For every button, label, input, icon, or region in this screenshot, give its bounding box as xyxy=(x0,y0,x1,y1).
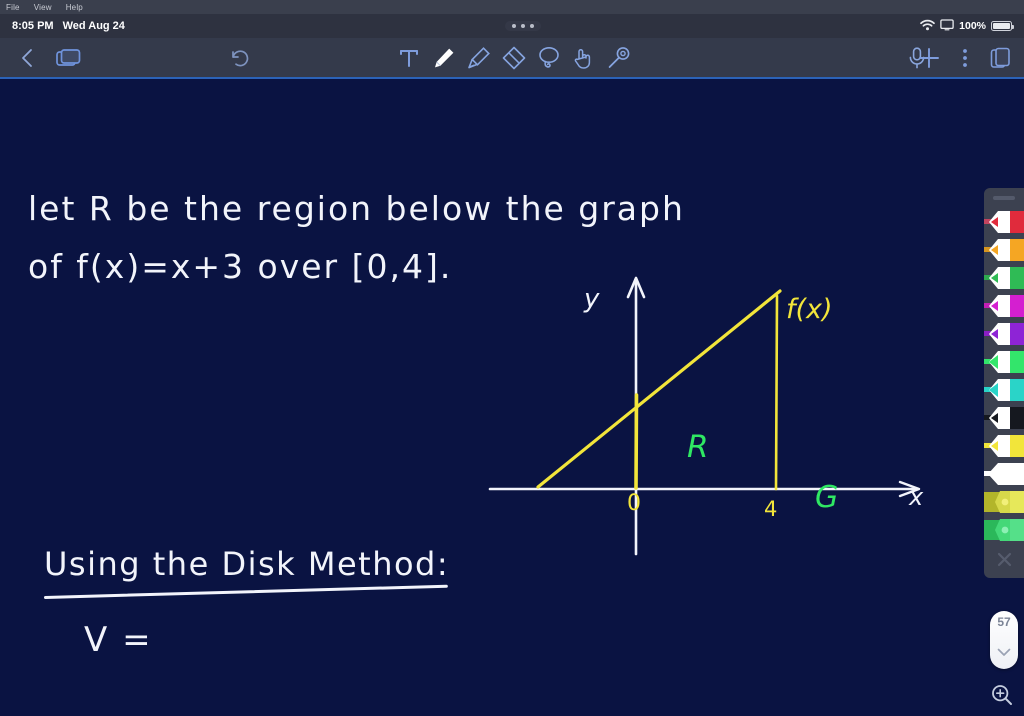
app-toolbar xyxy=(0,38,1024,79)
handwritten-line-3: Using the Disk Method: xyxy=(44,545,450,583)
handwritten-line-4: V = xyxy=(84,620,153,660)
toolbar-right-group xyxy=(912,41,1018,75)
menu-item-view[interactable]: View xyxy=(34,3,52,12)
status-bar-right: 100% xyxy=(920,18,1014,34)
pen-red[interactable] xyxy=(984,208,1024,236)
text-tool[interactable] xyxy=(392,41,426,75)
chevron-down-icon[interactable] xyxy=(997,644,1011,662)
pen-palette-sidebar[interactable] xyxy=(984,188,1024,578)
wifi-icon xyxy=(920,19,935,34)
palette-drag-handle[interactable] xyxy=(993,196,1015,200)
status-bar-left: 8:05 PM Wed Aug 24 xyxy=(12,20,125,32)
highlighter-tool[interactable] xyxy=(462,41,496,75)
pen-white[interactable] xyxy=(984,460,1024,488)
duplicate-page-icon[interactable] xyxy=(984,41,1018,75)
menu-item-file[interactable]: File xyxy=(6,3,20,12)
y-axis-label: y xyxy=(584,284,600,314)
hand-drawn-graph: y x f(x) R G 0 4 xyxy=(470,199,950,579)
status-bar: 8:05 PM Wed Aug 24 100% xyxy=(0,14,1024,38)
pen-black[interactable] xyxy=(984,404,1024,432)
status-bar-center xyxy=(125,21,920,31)
status-date: Wed Aug 24 xyxy=(62,20,125,32)
pen-bright-green[interactable] xyxy=(984,348,1024,376)
undo-icon[interactable] xyxy=(222,41,256,75)
graph-svg xyxy=(488,276,921,556)
pen-tool[interactable] xyxy=(427,41,461,75)
highlighter-olive[interactable] xyxy=(984,488,1024,516)
handwritten-line-2: of f(x)=x+3 over [0,4]. xyxy=(28,247,453,286)
toolbar-left-group xyxy=(0,41,256,75)
tick-label-0: 0 xyxy=(627,491,641,516)
screen-mirroring-icon xyxy=(940,18,954,34)
pen-orange[interactable] xyxy=(984,236,1024,264)
close-x-icon[interactable] xyxy=(984,546,1024,572)
battery-full-icon xyxy=(991,21,1014,31)
zoom-in-icon[interactable] xyxy=(989,682,1015,708)
pages-icon[interactable] xyxy=(52,41,86,75)
region-label-r: R xyxy=(687,429,709,465)
pen-size-selector[interactable]: 57 xyxy=(990,611,1018,669)
pen-purple[interactable] xyxy=(984,320,1024,348)
laser-pointer-tool[interactable] xyxy=(602,41,636,75)
annotation-label-g: G xyxy=(815,480,839,515)
eraser-tool[interactable] xyxy=(497,41,531,75)
lasso-tool[interactable] xyxy=(532,41,566,75)
more-vertical-icon[interactable] xyxy=(948,41,982,75)
tick-label-4: 4 xyxy=(764,497,778,521)
x-axis-label: x xyxy=(909,483,924,511)
pen-cyan[interactable] xyxy=(984,376,1024,404)
menu-item-help[interactable]: Help xyxy=(66,3,83,12)
highlighter-green[interactable] xyxy=(984,516,1024,544)
toolbar-tools-group xyxy=(392,41,636,75)
function-label: f(x) xyxy=(786,294,833,325)
os-menu-bar: File View Help xyxy=(0,0,1024,14)
pen-yellow[interactable] xyxy=(984,432,1024,460)
plus-icon[interactable] xyxy=(912,41,946,75)
handwritten-underline xyxy=(43,584,448,599)
three-dots-handle[interactable] xyxy=(504,21,541,31)
pen-green[interactable] xyxy=(984,264,1024,292)
battery-percent: 100% xyxy=(959,20,986,32)
note-canvas[interactable]: let R be the region below the graph of f… xyxy=(0,79,1024,716)
pen-size-value: 57 xyxy=(997,615,1011,629)
hand-tool[interactable] xyxy=(567,41,601,75)
pen-magenta[interactable] xyxy=(984,292,1024,320)
status-time: 8:05 PM xyxy=(12,20,54,32)
back-chevron-icon[interactable] xyxy=(10,41,44,75)
